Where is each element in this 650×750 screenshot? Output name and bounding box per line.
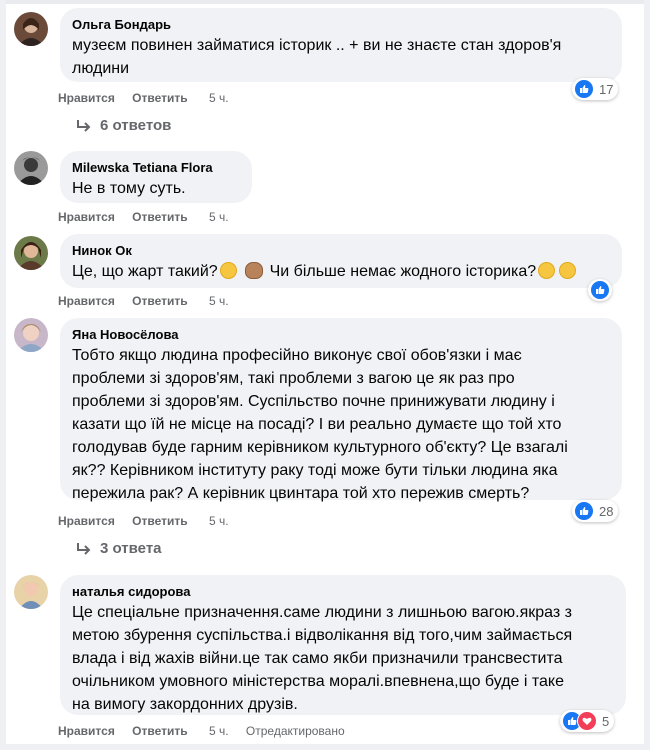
reply-button[interactable]: Ответить bbox=[132, 91, 187, 105]
love-icon bbox=[577, 711, 597, 731]
reaction-count[interactable]: 17 bbox=[572, 78, 619, 100]
like-icon bbox=[590, 280, 610, 300]
comment-bubble: Яна Новосёлова Тобто якщо людина професі… bbox=[60, 318, 622, 502]
comment-text: Не в тому суть. bbox=[72, 180, 186, 197]
view-replies-link[interactable]: 3 ответа bbox=[76, 540, 162, 557]
comment-bubble: Milewska Tetiana Flora Не в тому суть. bbox=[60, 151, 252, 203]
comment-text: Це спеціальне призначення.саме людини з … bbox=[72, 604, 573, 713]
avatar[interactable] bbox=[14, 12, 48, 46]
avatar[interactable] bbox=[14, 151, 48, 185]
comment-text: музеєм повинен займатися історик .. + ви… bbox=[72, 37, 562, 77]
reply-arrow-icon bbox=[77, 119, 91, 132]
avatar[interactable] bbox=[14, 236, 48, 270]
reply-button[interactable]: Ответить bbox=[132, 294, 187, 308]
window-frame-bottom bbox=[0, 744, 650, 750]
window-frame-right bbox=[644, 0, 650, 750]
smiling-emoji-icon bbox=[559, 262, 577, 279]
reply-button[interactable]: Ответить bbox=[132, 210, 187, 224]
see-no-evil-monkey-emoji-icon bbox=[245, 262, 264, 279]
comment-author[interactable]: Milewska Tetiana Flora bbox=[72, 159, 240, 176]
reply-arrow-icon bbox=[77, 542, 91, 555]
comment-text: Тобто якщо людина професійно виконує сво… bbox=[72, 347, 568, 502]
like-icon bbox=[574, 79, 594, 99]
comment-time[interactable]: 5 ч. bbox=[209, 91, 229, 105]
comment-text: Це, що жарт такий? Чи більше немає жодно… bbox=[72, 260, 610, 283]
avatar[interactable] bbox=[14, 575, 48, 609]
reaction-count[interactable]: 28 bbox=[572, 500, 619, 522]
like-button[interactable]: Нравится bbox=[58, 91, 115, 105]
comment-bubble: Ольга Бондарь музеєм повинен займатися і… bbox=[60, 8, 622, 82]
comment-author[interactable]: Яна Новосёлова bbox=[72, 326, 610, 343]
edited-label[interactable]: Отредактировано bbox=[246, 724, 345, 738]
like-button[interactable]: Нравится bbox=[58, 294, 115, 308]
comment-actions: Нравится Ответить 5 ч. bbox=[58, 210, 243, 224]
like-button[interactable]: Нравится bbox=[58, 210, 115, 224]
reaction-count[interactable]: 5 bbox=[560, 710, 615, 732]
comment-actions: Нравится Ответить 5 ч. bbox=[58, 514, 243, 528]
comment-time[interactable]: 5 ч. bbox=[209, 210, 229, 224]
flushed-emoji-icon bbox=[219, 262, 237, 279]
reaction-count[interactable] bbox=[588, 279, 612, 301]
comment-author[interactable]: наталья сидорова bbox=[72, 583, 614, 600]
comment-time[interactable]: 5 ч. bbox=[209, 514, 229, 528]
like-button[interactable]: Нравится bbox=[58, 724, 115, 738]
comment-time[interactable]: 5 ч. bbox=[209, 724, 229, 738]
comment-author[interactable]: Нинок Ок bbox=[72, 242, 610, 259]
window-frame-top bbox=[0, 0, 650, 4]
reply-button[interactable]: Ответить bbox=[132, 514, 187, 528]
comment-actions: Нравится Ответить 5 ч. Отредактировано bbox=[58, 724, 359, 738]
like-icon bbox=[574, 501, 594, 521]
tears-of-joy-emoji-icon bbox=[538, 262, 556, 279]
avatar[interactable] bbox=[14, 318, 48, 352]
comment-actions: Нравится Ответить 5 ч. bbox=[58, 294, 243, 308]
window-frame-left bbox=[0, 0, 6, 750]
view-replies-link[interactable]: 6 ответов bbox=[76, 117, 171, 134]
comment-time[interactable]: 5 ч. bbox=[209, 294, 229, 308]
comment-bubble: наталья сидорова Це спеціальне призначен… bbox=[60, 575, 626, 715]
like-button[interactable]: Нравится bbox=[58, 514, 115, 528]
comment-actions: Нравится Ответить 5 ч. bbox=[58, 91, 243, 105]
reply-button[interactable]: Ответить bbox=[132, 724, 187, 738]
comment-author[interactable]: Ольга Бондарь bbox=[72, 16, 610, 33]
comment-bubble: Нинок Ок Це, що жарт такий? Чи більше не… bbox=[60, 234, 622, 288]
